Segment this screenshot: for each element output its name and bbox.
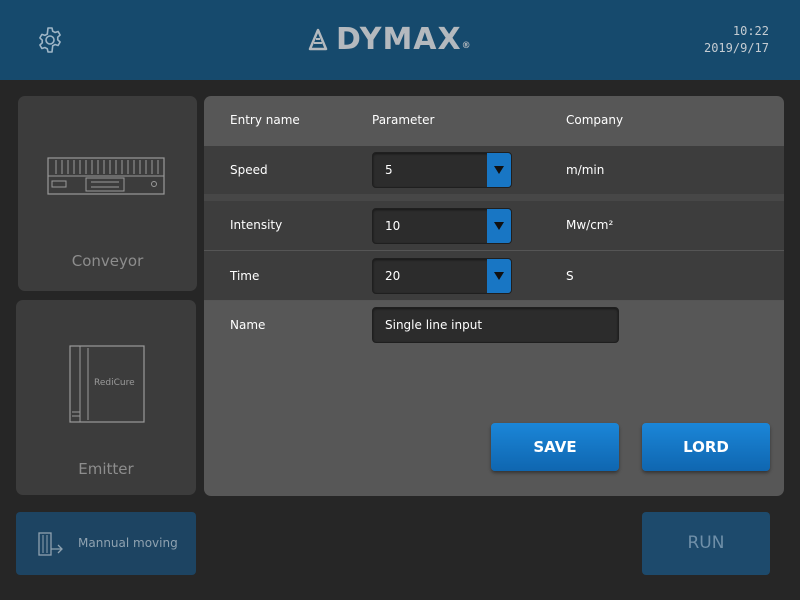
conveyor-card[interactable]: Conveyor — [18, 96, 197, 291]
manual-moving-label: Mannual moving — [78, 536, 178, 550]
table-row: Name — [204, 301, 784, 351]
run-button[interactable]: RUN — [642, 512, 770, 575]
header-unit: Company — [566, 113, 624, 127]
name-input[interactable] — [372, 307, 619, 343]
clock: 10:22 2019/9/17 — [704, 23, 769, 57]
row-unit-speed: m/min — [566, 163, 605, 177]
save-button[interactable]: SAVE — [491, 423, 619, 471]
time-select[interactable]: 20 — [372, 258, 512, 294]
row-label-name: Name — [230, 318, 266, 332]
time-dropdown-button[interactable] — [487, 259, 511, 293]
emitter-label: Emitter — [78, 460, 134, 478]
conveyor-icon — [47, 157, 165, 195]
speed-select[interactable]: 5 — [372, 152, 512, 188]
speed-dropdown-button[interactable] — [487, 153, 511, 187]
table-row: Intensity 10 Mw/cm² — [204, 201, 784, 251]
time-value: 20 — [385, 269, 401, 283]
header-parameter: Parameter — [372, 113, 435, 127]
intensity-select[interactable]: 10 — [372, 208, 512, 244]
brand-name: DYMAX® — [336, 22, 472, 57]
table-row: Time 20 S — [204, 251, 784, 301]
lord-button[interactable]: LORD — [642, 423, 770, 471]
chevron-down-icon — [494, 166, 504, 174]
row-unit-intensity: Mw/cm² — [566, 218, 614, 232]
emitter-device-text: RediCure — [94, 378, 135, 388]
row-unit-time: S — [566, 269, 574, 283]
table-header: Entry name Parameter Company — [204, 96, 784, 146]
clock-date: 2019/9/17 — [703, 41, 769, 55]
chevron-down-icon — [494, 272, 504, 280]
header-entry-name: Entry name — [230, 113, 300, 127]
table-row: Speed 5 m/min — [204, 146, 784, 194]
manual-moving-button[interactable]: Mannual moving — [16, 512, 196, 575]
row-label-speed: Speed — [230, 163, 268, 177]
conveyor-label: Conveyor — [71, 252, 144, 270]
row-label-intensity: Intensity — [230, 218, 283, 232]
chevron-down-icon — [494, 222, 504, 230]
exit-door-icon — [38, 532, 63, 556]
intensity-value: 10 — [385, 219, 401, 233]
dymax-logo-icon — [308, 28, 328, 51]
row-label-time: Time — [230, 269, 260, 283]
emitter-icon: RediCure — [69, 345, 145, 423]
row-divider — [204, 194, 784, 201]
clock-time: 10:22 — [732, 24, 769, 38]
intensity-dropdown-button[interactable] — [487, 209, 511, 243]
brand-logo: DYMAX® — [306, 22, 472, 58]
speed-value: 5 — [385, 163, 393, 177]
emitter-card[interactable]: RediCure Emitter — [16, 300, 196, 495]
app-header: DYMAX® 10:22 2019/9/17 — [0, 0, 800, 80]
parameter-panel: Entry name Parameter Company Speed 5 m/m… — [204, 96, 784, 496]
gear-icon[interactable] — [36, 26, 64, 54]
